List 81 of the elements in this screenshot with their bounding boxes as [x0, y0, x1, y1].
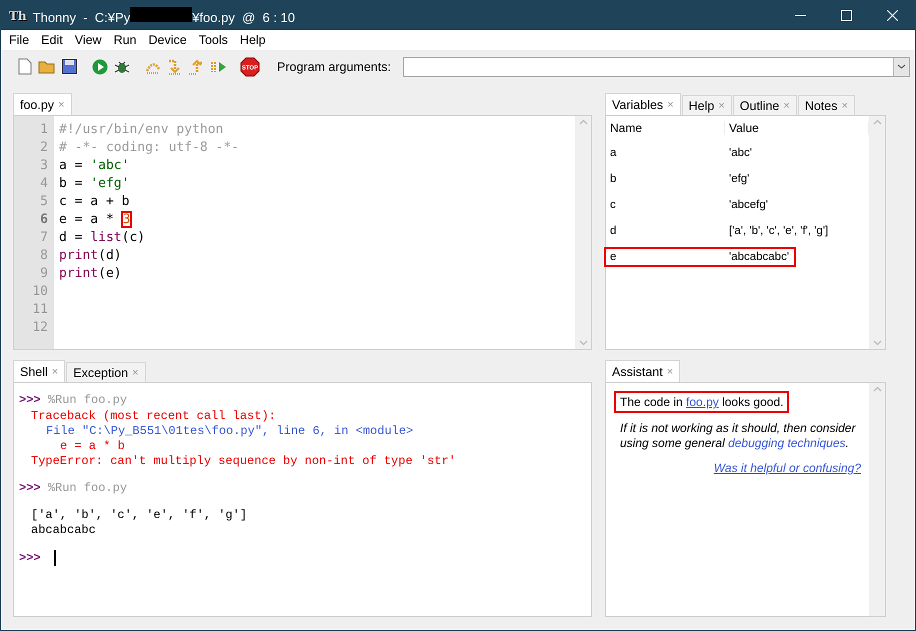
line-number: 11	[31, 301, 49, 319]
menu-item[interactable]: Run	[108, 33, 143, 47]
variable-name: b	[609, 173, 618, 185]
error-line: Traceback (most recent call last):	[30, 409, 277, 424]
code-line: c = a + b	[59, 193, 130, 211]
variable-name: a	[609, 147, 618, 159]
menu-item[interactable]: File	[3, 33, 36, 47]
error-line: File "C:\Py_B551\01tes\foo.py", line 6, in <module>	[45, 424, 414, 439]
dropdown-caret-icon[interactable]	[896, 64, 906, 69]
column-header[interactable]: Name	[606, 121, 725, 135]
variable-value: 'abc'	[728, 147, 753, 159]
shell-command: >>> %Run foo.py	[19, 393, 128, 408]
panel-tab[interactable]: Variables ×	[605, 93, 681, 115]
panel-tab[interactable]: Help ×	[682, 95, 732, 115]
field-label: Program arguments:	[277, 60, 391, 74]
highlighted-row[interactable]: e 'abcabcabc'	[606, 249, 794, 265]
new-file-icon[interactable]	[18, 58, 32, 75]
menu-item[interactable]: View	[68, 33, 108, 47]
variable-value: 'abcefg'	[728, 199, 769, 211]
panel-tab[interactable]: Exception ×	[66, 362, 146, 382]
panel-tab[interactable]: Outline ×	[732, 95, 797, 115]
menu-item[interactable]: Device	[142, 33, 193, 47]
error-line: TypeError: can't multiply sequence by non-int of type 'str'	[30, 454, 457, 469]
variable-value: ['a', 'b', 'c', 'e', 'f', 'g']	[728, 225, 828, 237]
line-number: 4	[39, 175, 49, 193]
code-line: #!/usr/bin/env python	[59, 121, 224, 139]
panel-tab[interactable]: foo.py ×	[13, 93, 72, 115]
line-number: 12	[31, 319, 49, 337]
code-line: a = 'abc'	[59, 157, 130, 175]
minimize-icon[interactable]	[794, 15, 806, 16]
variable-row[interactable]: b 'efg'	[606, 171, 794, 187]
menu-item[interactable]: Edit	[35, 33, 69, 47]
code-line: print(d)	[59, 247, 123, 265]
output-line: ['a', 'b', 'c', 'e', 'f', 'g']	[30, 508, 248, 523]
code-line: b = 'efg'	[59, 175, 130, 193]
code-line: d = list(c)	[59, 229, 146, 247]
shell-console[interactable]	[13, 382, 592, 617]
variable-row[interactable]: a 'abc'	[606, 145, 794, 161]
link[interactable]: foo.py	[686, 395, 719, 409]
panel-tab[interactable]: Shell ×	[13, 360, 66, 382]
shell-command: >>> %Run foo.py	[19, 481, 128, 496]
variable-row[interactable]: d ['a', 'b', 'c', 'e', 'f', 'g']	[606, 223, 828, 239]
variable-name: d	[609, 225, 618, 237]
menu-item[interactable]: Tools	[192, 33, 234, 47]
close-icon[interactable]	[886, 10, 898, 21]
output-line: abcabcabc	[30, 523, 97, 538]
line-number: 3	[39, 157, 49, 175]
assistant-advice: If it is not working as it should, then consider using some general debugging techniques.	[620, 421, 857, 451]
variable-value: 'efg'	[728, 173, 750, 185]
panel-tab[interactable]: Notes ×	[798, 95, 855, 115]
variable-value: 'abcabcabc'	[728, 251, 790, 263]
variable-name: c	[609, 199, 617, 211]
highlighted-token: 3	[122, 212, 132, 227]
error-line: e = a * b	[59, 439, 126, 454]
line-number: 8	[39, 247, 49, 265]
line-number: 9	[39, 265, 49, 283]
line-number: 6	[39, 211, 49, 229]
run-icon[interactable]	[92, 58, 108, 74]
feedback-link[interactable]: Was it helpful or confusing?	[714, 461, 861, 475]
variable-name: e	[609, 251, 618, 263]
link[interactable]: debugging techniques	[728, 436, 846, 450]
line-number: 1	[39, 121, 49, 139]
app-logo: Th	[9, 8, 27, 22]
line-number: 7	[39, 229, 49, 247]
assistant-message: The code in foo.py looks good.	[614, 391, 790, 413]
panel-tab[interactable]: Assistant ×	[605, 360, 680, 382]
bug-icon[interactable]	[114, 58, 130, 74]
folder-icon[interactable]	[38, 59, 56, 74]
arguments-combo-field[interactable]	[402, 56, 910, 76]
save-icon[interactable]	[62, 59, 76, 74]
line-number: 10	[31, 283, 49, 301]
shell-input-line[interactable]: >>>	[19, 550, 591, 566]
variable-row[interactable]: c 'abcefg'	[606, 197, 794, 213]
menu-item[interactable]: Help	[234, 33, 272, 47]
code-line: print(e)	[59, 265, 123, 283]
window-title: Thonny - C:¥Py ¥foo.py @ 6 : 10	[32, 6, 296, 24]
line-number: 5	[39, 193, 49, 211]
maximize-icon[interactable]	[840, 10, 852, 21]
code-line: # -*- coding: utf-8 -*-	[59, 139, 240, 157]
code-line: e = a * 3	[59, 211, 132, 229]
line-number: 2	[39, 139, 49, 157]
